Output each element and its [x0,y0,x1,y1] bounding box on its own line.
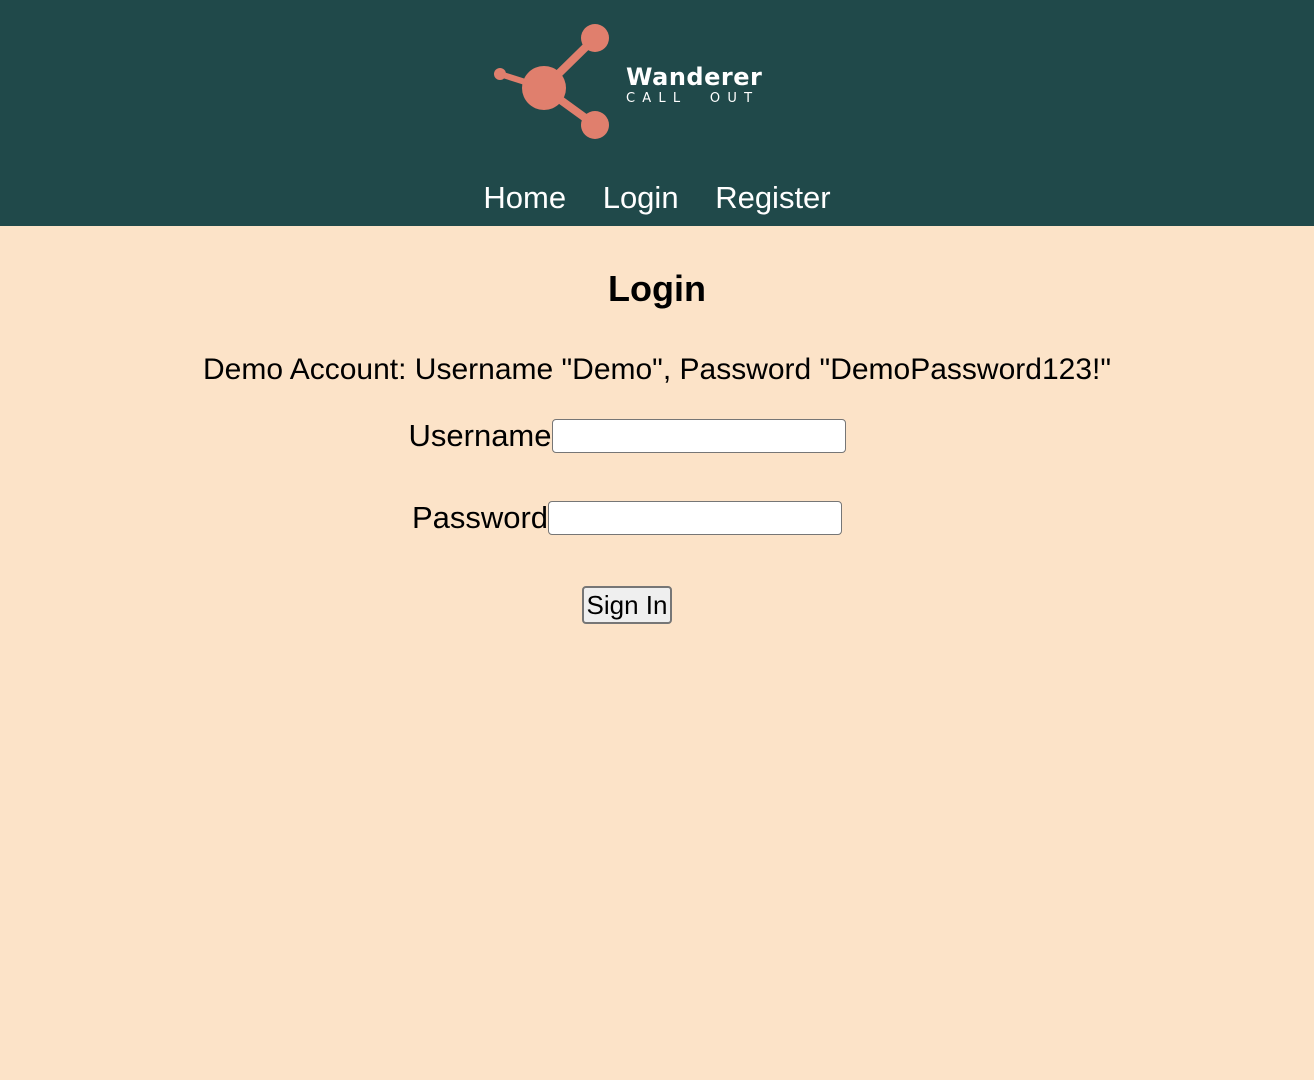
username-label: Username [408,418,552,453]
sign-in-button[interactable]: Sign In [582,586,672,624]
password-label: Password [411,500,549,535]
nav-register-link[interactable]: Register [715,180,830,215]
page-title: Login [608,268,706,309]
username-field[interactable] [551,419,846,453]
nav-login-link[interactable]: Login [603,180,679,215]
demo-account-hint: Demo Account: Username "Demo", Password … [203,353,1111,386]
brand-name: Wanderer [626,63,763,91]
site-header: Wanderer CALL OUT Home Login Register [0,0,1314,226]
site-logo[interactable]: Wanderer CALL OUT [488,20,778,146]
network-node-icon [494,24,609,139]
username-row: Username [0,418,1254,454]
password-field[interactable] [548,501,843,535]
main-nav: Home Login Register [0,178,1314,218]
nav-home-link[interactable]: Home [483,180,566,215]
password-row: Password [0,500,1254,536]
brand-tagline: CALL OUT [626,91,760,106]
